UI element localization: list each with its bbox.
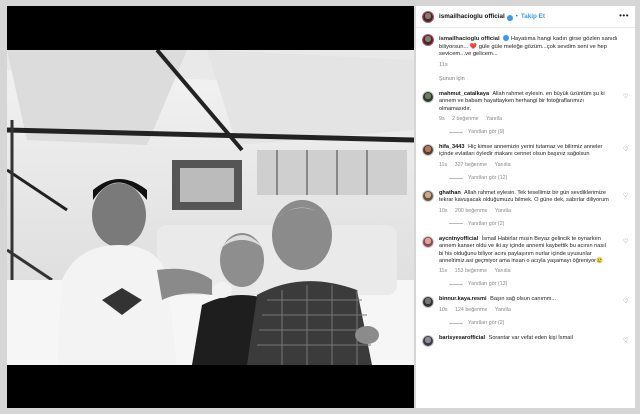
comment-likes[interactable]: 153 beğenme bbox=[455, 268, 487, 274]
comment-text: Sorantar var vefat eden kişi İsmail bbox=[488, 335, 573, 342]
comment-time: 10s bbox=[439, 207, 448, 214]
comment-time: 11s bbox=[439, 161, 448, 168]
more-icon[interactable]: ••• bbox=[619, 12, 629, 20]
view-replies[interactable]: Yanıtları gör (2) bbox=[416, 317, 635, 331]
comment-meta: 11s 153 beğenme Yanıtla bbox=[439, 268, 609, 275]
view-replies[interactable]: Yanıtları gör (9) bbox=[416, 126, 635, 140]
heart-icon[interactable]: ♡ bbox=[623, 299, 629, 305]
separator-dot: • bbox=[515, 13, 518, 20]
comment-body: aycntnyofficial İsmail Habirlar mısın Be… bbox=[439, 236, 609, 275]
comment-body: binnur.kaya.resmi Başın sağ olsun canımm… bbox=[439, 296, 609, 314]
comment-username[interactable]: barisyesarofficial bbox=[439, 335, 485, 341]
comment-text: Allah rahmet eylesin. Tek tesellimiz bir… bbox=[439, 190, 609, 204]
view-replies-label[interactable]: Yanıtları gör (9) bbox=[468, 128, 504, 136]
replies-line bbox=[449, 177, 463, 179]
heart-icon[interactable]: ♡ bbox=[623, 94, 629, 100]
verified-icon bbox=[506, 14, 513, 21]
view-replies-label[interactable]: Yanıtları gör (2) bbox=[468, 220, 504, 228]
reply-button[interactable]: Yanıtla bbox=[494, 268, 510, 274]
comment-body: hifa_3443 Hiç kimse annemizin yerini tut… bbox=[439, 144, 609, 169]
comment-username[interactable]: aycntnyofficial bbox=[439, 236, 478, 242]
view-replies-label[interactable]: Yanıtları gör (13) bbox=[468, 280, 507, 288]
comment-item: mahmut_catalkaya Allah rahmet eylesin. e… bbox=[416, 87, 635, 126]
caption-username[interactable]: ismailhacioglu official bbox=[439, 36, 500, 42]
post-caption: ismailhacioglu official Hayatıma hangi k… bbox=[416, 28, 635, 71]
reply-button[interactable]: Yanıtla bbox=[494, 162, 510, 168]
reply-button[interactable]: Yanıtla bbox=[486, 116, 502, 122]
heart-icon[interactable]: ♡ bbox=[623, 338, 629, 344]
heart-icon[interactable]: ♡ bbox=[623, 147, 629, 153]
comment-meta: 11s 327 beğenme Yanıtla bbox=[439, 162, 609, 169]
comment-likes[interactable]: 124 beğenme bbox=[455, 307, 487, 313]
reply-button[interactable]: Yanıtla bbox=[495, 208, 511, 214]
comment-body: barisyesarofficial Sorantar var vefat ed… bbox=[439, 335, 609, 347]
heart-icon[interactable]: ♡ bbox=[623, 193, 629, 199]
comment-time: 10s bbox=[439, 306, 448, 313]
comment-username[interactable]: binnur.kaya.resmi bbox=[439, 296, 487, 302]
comment-avatar[interactable] bbox=[422, 335, 434, 348]
view-replies-label[interactable]: Yanıtları gör (2) bbox=[468, 319, 504, 327]
reply-button[interactable]: Yanıtla bbox=[495, 307, 511, 313]
comment-avatar[interactable] bbox=[422, 235, 434, 248]
post-username[interactable]: ismailhacioglu official bbox=[439, 13, 505, 21]
avatar[interactable] bbox=[422, 10, 434, 23]
post-header: ismailhacioglu official • Takip Et ••• bbox=[416, 6, 635, 28]
comment-avatar[interactable] bbox=[422, 144, 434, 157]
comment-meta: 9s 2 beğenme Yanıtla bbox=[439, 116, 609, 123]
comment-meta: 10s 124 beğenme Yanıtla bbox=[439, 307, 609, 314]
instagram-post-modal: ismailhacioglu official • Takip Et ••• i… bbox=[0, 0, 640, 414]
comment-username[interactable]: hifa_3443 bbox=[439, 144, 465, 150]
follow-button[interactable]: Takip Et bbox=[521, 13, 545, 21]
comment-avatar[interactable] bbox=[422, 91, 434, 103]
heart-icon[interactable]: ♡ bbox=[623, 239, 629, 245]
post-photo[interactable] bbox=[7, 50, 414, 365]
comment-body: ghathan Allah rahmet eylesin. Tek tesell… bbox=[439, 190, 609, 215]
comment-avatar[interactable] bbox=[422, 190, 434, 203]
comment-avatar[interactable] bbox=[422, 296, 434, 309]
comment-item: hifa_3443 Hiç kimse annemizin yerini tut… bbox=[416, 140, 635, 172]
comment-text: Başın sağ olsun canımm... bbox=[490, 296, 557, 303]
replies-line bbox=[449, 283, 463, 285]
replies-line bbox=[449, 131, 463, 133]
caption-text-block: ismailhacioglu official Hayatıma hangi k… bbox=[439, 34, 629, 69]
photo-panel bbox=[7, 6, 414, 408]
comment-body: mahmut_catalkaya Allah rahmet eylesin. e… bbox=[439, 91, 609, 123]
comment-meta: 10s 200 beğenme Yanıtla bbox=[439, 208, 609, 215]
comment-likes[interactable]: 2 beğenme bbox=[452, 116, 479, 122]
comment-username[interactable]: ghathan bbox=[439, 190, 461, 196]
comment-time: 9s bbox=[439, 115, 445, 122]
view-replies[interactable]: Yanıtları gör (13) bbox=[416, 278, 635, 292]
comment-item: ghathan Allah rahmet eylesin. Tek tesell… bbox=[416, 186, 635, 218]
view-replies[interactable]: Yanıtları gör (12) bbox=[416, 172, 635, 186]
replies-line bbox=[449, 223, 463, 225]
comment-time: 11s bbox=[439, 268, 448, 275]
comment-username[interactable]: mahmut_catalkaya bbox=[439, 91, 489, 97]
caption-avatar[interactable] bbox=[422, 34, 434, 46]
comment-likes[interactable]: 200 beğenme bbox=[455, 208, 487, 214]
replies-line bbox=[449, 322, 463, 324]
comment-item: barisyesarofficial Sorantar var vefat ed… bbox=[416, 331, 635, 350]
comment-item: binnur.kaya.resmi Başın sağ olsun canımm… bbox=[416, 292, 635, 317]
view-replies[interactable]: Yanıtları gör (2) bbox=[416, 218, 635, 232]
comment-item: aycntnyofficial İsmail Habirlar mısın Be… bbox=[416, 232, 635, 278]
photo-illustration bbox=[7, 50, 414, 365]
caption-time: 11s bbox=[439, 61, 448, 68]
comment-likes[interactable]: 327 beğenme bbox=[455, 162, 487, 168]
post-side-panel: ismailhacioglu official • Takip Et ••• i… bbox=[416, 6, 635, 408]
verified-icon bbox=[503, 35, 510, 41]
translate-link[interactable]: Şunun için bbox=[416, 71, 635, 87]
view-replies-label[interactable]: Yanıtları gör (12) bbox=[468, 174, 507, 182]
